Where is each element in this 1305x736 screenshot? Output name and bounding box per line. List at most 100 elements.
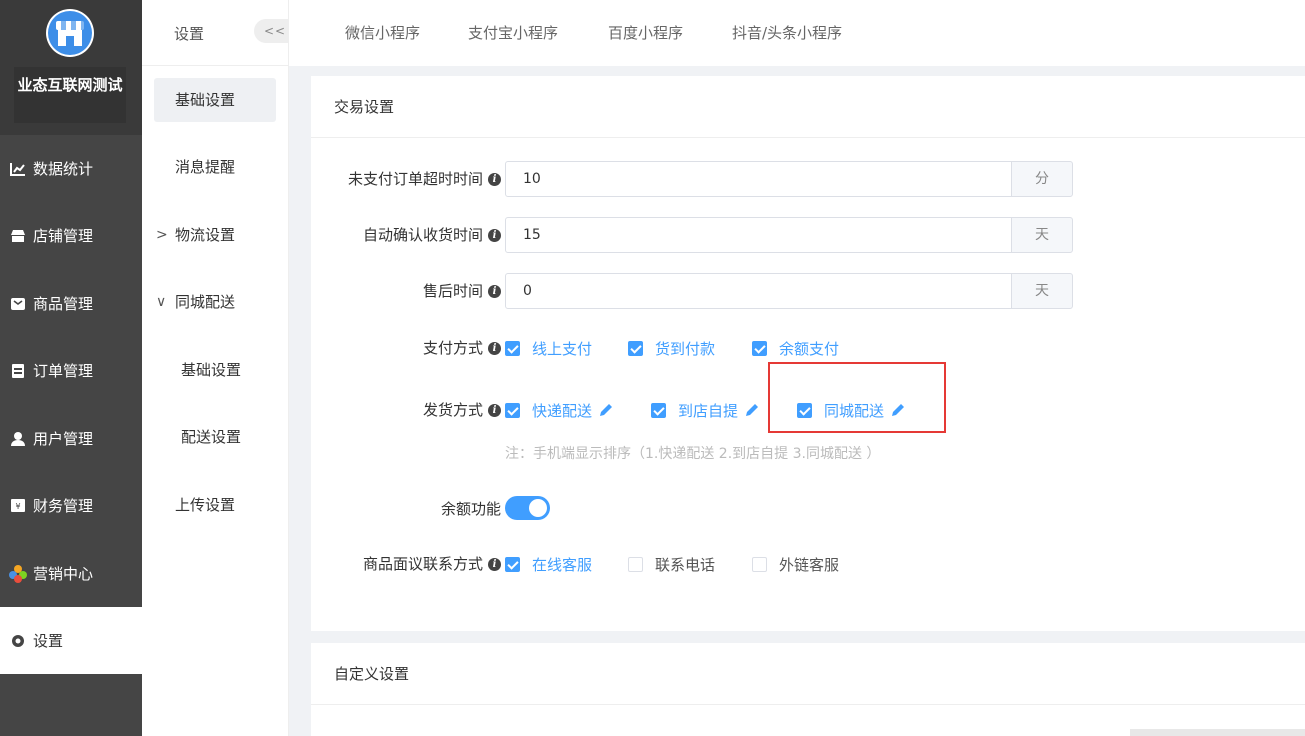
- nav-item-label: 设置: [33, 632, 64, 650]
- info-icon[interactable]: i: [488, 557, 501, 571]
- store-icon: [9, 227, 27, 245]
- unit-addon: 天: [1011, 273, 1073, 309]
- subnav-item-label: 基础设置: [181, 361, 242, 379]
- unpaid-timeout-input[interactable]: 10: [505, 161, 1012, 197]
- tab-baidu[interactable]: 百度小程序: [608, 22, 683, 43]
- store-logo-icon: [46, 9, 94, 57]
- checkbox-checked-icon[interactable]: [505, 402, 520, 418]
- nav-item-marketing[interactable]: 营销中心: [0, 540, 142, 607]
- checkbox-checked-icon[interactable]: [628, 340, 643, 356]
- nav-item-label: 财务管理: [33, 497, 94, 515]
- subnav-item-logistics[interactable]: > 物流设置: [154, 213, 276, 257]
- nav-item-settings[interactable]: 设置: [0, 607, 142, 674]
- info-icon[interactable]: i: [488, 403, 501, 417]
- checkbox-label: 到店自提: [678, 401, 739, 420]
- finance-icon: ¥: [9, 497, 27, 515]
- checkbox-checked-icon[interactable]: [505, 556, 520, 572]
- checkbox-balance-pay[interactable]: 余额支付: [752, 330, 839, 366]
- label-text: 支付方式: [422, 339, 483, 357]
- goods-icon: [9, 295, 27, 313]
- after-sale-input[interactable]: 0: [505, 273, 1012, 309]
- subnav-title: 设置: [174, 25, 205, 43]
- checkbox-label: 在线客服: [532, 555, 593, 574]
- order-icon: [9, 362, 27, 380]
- checkbox-label: 外链客服: [779, 555, 840, 574]
- subnav-item-message[interactable]: 消息提醒: [154, 145, 276, 189]
- nav-item-orders[interactable]: 订单管理: [0, 337, 142, 404]
- checkbox-checked-icon[interactable]: [752, 340, 767, 356]
- edit-pencil-icon[interactable]: [598, 402, 614, 418]
- settings-subnav: 设置 << 基础设置 消息提醒 > 物流设置 ∨ 同城配送 基础设置 配送设置 …: [142, 0, 289, 736]
- field-label: 发货方式 i: [423, 392, 501, 428]
- field-label: 支付方式 i: [423, 330, 501, 366]
- info-icon[interactable]: i: [488, 341, 501, 355]
- tab-douyin[interactable]: 抖音/头条小程序: [732, 22, 842, 43]
- checkbox-checked-icon[interactable]: [505, 340, 520, 356]
- subnav-item-local-delivery[interactable]: ∨ 同城配送: [154, 280, 276, 324]
- subnav-item-upload[interactable]: 上传设置: [154, 483, 276, 527]
- checkbox-checked-icon[interactable]: [651, 402, 666, 418]
- toggle-knob: [529, 499, 547, 517]
- checkbox-external-service[interactable]: 外链客服: [752, 546, 839, 582]
- chart-icon: [9, 160, 27, 178]
- nav-item-users[interactable]: 用户管理: [0, 405, 142, 472]
- field-label: 售后时间 i: [423, 273, 501, 309]
- info-icon[interactable]: i: [488, 228, 501, 242]
- subnav-item-label: 消息提醒: [175, 158, 236, 176]
- nav-item-finance[interactable]: ¥ 财务管理: [0, 472, 142, 539]
- card-title: 交易设置: [311, 76, 1305, 138]
- trade-settings-card: 交易设置 未支付订单超时时间 i 10 分 自动确认收货时间 i 15 天 售后…: [311, 76, 1305, 631]
- highlight-box: [768, 362, 946, 433]
- checkbox-express[interactable]: 快递配送: [505, 392, 614, 428]
- subnav-item-local-delivery-settings[interactable]: 配送设置: [154, 415, 276, 459]
- delivery-order-note: 注：手机端显示排序（1.快递配送 2.到店自提 3.同城配送 ）: [505, 446, 881, 462]
- nav-item-stats[interactable]: 数据统计: [0, 135, 142, 202]
- marketing-icon: [9, 564, 27, 583]
- payment-row: 支付方式 i 线上支付 货到付款 余额支付: [311, 330, 1305, 366]
- divider: [142, 65, 289, 66]
- checkbox-phone[interactable]: 联系电话: [628, 546, 715, 582]
- balance-row: 余额功能: [311, 491, 1305, 527]
- field-label: 自动确认收货时间 i: [363, 217, 501, 253]
- contact-row: 商品面议联系方式 i 在线客服 联系电话 外链客服: [311, 546, 1305, 582]
- horizontal-scrollbar[interactable]: [1130, 729, 1305, 736]
- info-icon[interactable]: i: [488, 172, 501, 186]
- balance-toggle[interactable]: [505, 496, 550, 520]
- checkbox-unchecked-icon[interactable]: [752, 556, 767, 572]
- checkbox-pickup[interactable]: 到店自提: [651, 392, 760, 428]
- subnav-item-label: 上传设置: [175, 496, 236, 514]
- gear-icon: [9, 632, 27, 650]
- brand-area: 业态互联网测试: [0, 0, 142, 135]
- label-text: 未支付订单超时时间: [347, 170, 483, 188]
- nav-item-store[interactable]: 店铺管理: [0, 202, 142, 269]
- checkbox-online-service[interactable]: 在线客服: [505, 546, 592, 582]
- unpaid-timeout-row: 未支付订单超时时间 i 10 分: [311, 161, 1305, 197]
- nav-item-goods[interactable]: 商品管理: [0, 270, 142, 337]
- checkbox-label: 线上支付: [532, 339, 593, 358]
- platform-tabs: 微信小程序 支付宝小程序 百度小程序 抖音/头条小程序: [289, 0, 1305, 66]
- chevron-right-icon: >: [156, 227, 168, 243]
- subnav-item-basic[interactable]: 基础设置: [154, 78, 276, 122]
- card-title: 自定义设置: [311, 643, 1305, 705]
- brand-name: 业态互联网测试: [14, 67, 126, 123]
- subnav-item-label: 基础设置: [175, 91, 236, 109]
- edit-pencil-icon[interactable]: [744, 402, 760, 418]
- field-label: 商品面议联系方式 i: [363, 546, 501, 582]
- tab-alipay[interactable]: 支付宝小程序: [468, 22, 558, 43]
- auto-confirm-row: 自动确认收货时间 i 15 天: [311, 217, 1305, 253]
- tab-wechat[interactable]: 微信小程序: [345, 22, 420, 43]
- info-icon[interactable]: i: [488, 284, 501, 298]
- checkbox-unchecked-icon[interactable]: [628, 556, 643, 572]
- subnav-item-local-basic[interactable]: 基础设置: [154, 348, 276, 392]
- checkbox-online-pay[interactable]: 线上支付: [505, 330, 592, 366]
- unit-addon: 分: [1011, 161, 1073, 197]
- field-label: 余额功能: [441, 491, 501, 527]
- nav-item-label: 用户管理: [33, 430, 94, 448]
- svg-text:¥: ¥: [15, 502, 20, 511]
- custom-settings-card: 自定义设置: [311, 643, 1305, 736]
- nav-item-label: 数据统计: [33, 160, 94, 178]
- checkbox-cod[interactable]: 货到付款: [628, 330, 715, 366]
- checkbox-label: 货到付款: [655, 339, 716, 358]
- auto-confirm-input[interactable]: 15: [505, 217, 1012, 253]
- collapse-button[interactable]: <<: [254, 19, 289, 43]
